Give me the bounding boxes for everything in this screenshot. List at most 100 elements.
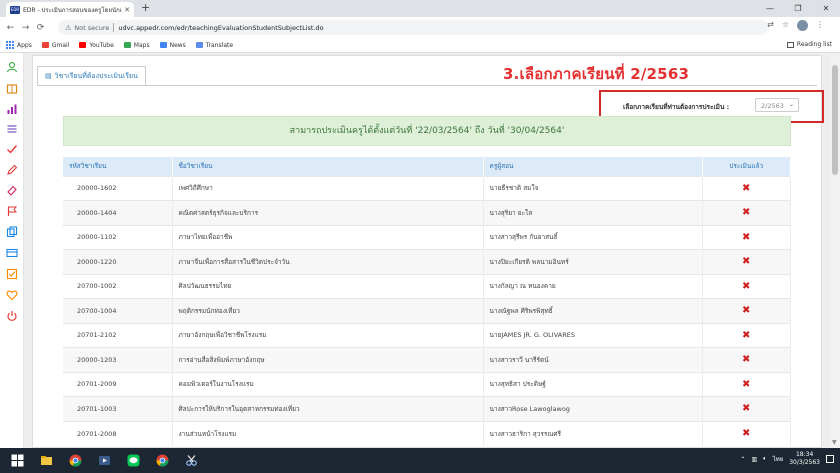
- table-row[interactable]: 20000-1102 ภาษาไทยเพื่ออาชีพ นางสาวสุรีพ…: [63, 224, 791, 250]
- chrome-active-icon[interactable]: [150, 451, 174, 471]
- snipping-tool-icon[interactable]: [179, 451, 203, 471]
- subject-code: 20000-1602: [63, 175, 173, 201]
- page-scrollbar[interactable]: ▼: [830, 53, 840, 448]
- card-icon[interactable]: [6, 247, 18, 259]
- teacher-name: นายJAMES JR. G. OLIVARES: [483, 322, 703, 348]
- eraser-icon[interactable]: [6, 184, 18, 196]
- table-row[interactable]: 20000-1404 คณิตศาสตร์ธุรกิจและบริการ นาง…: [63, 200, 791, 225]
- reading-list[interactable]: Reading list: [786, 41, 832, 48]
- bookmarks-bar: Apps Gmail YouTube Maps News Translate R…: [0, 38, 840, 53]
- book-icon[interactable]: [6, 83, 18, 95]
- bookmark-youtube[interactable]: YouTube: [79, 42, 114, 49]
- translate-icon[interactable]: ⇄: [767, 20, 774, 31]
- table-row[interactable]: 20000-1220 ภาษาจีนเพื่อการสื่อสารในชีวิต…: [63, 249, 791, 274]
- window-controls: — ❐ ✕: [756, 0, 840, 17]
- not-evaluated-icon[interactable]: ✖: [742, 379, 750, 390]
- notification-icon[interactable]: [826, 455, 834, 463]
- flag-icon[interactable]: [6, 205, 18, 217]
- checkbox-icon[interactable]: [6, 268, 18, 280]
- not-evaluated-icon[interactable]: ✖: [742, 256, 750, 267]
- not-evaluated-icon[interactable]: ✖: [742, 403, 750, 414]
- clock-time: 18:34: [795, 451, 814, 458]
- url-bar[interactable]: ⚠ Not secure udvc.appedr.com/edr/teachin…: [58, 20, 768, 35]
- semester-select[interactable]: 2/2563 ⌄: [755, 98, 799, 112]
- check-icon[interactable]: [6, 143, 18, 155]
- back-arrow-icon[interactable]: ←: [3, 23, 18, 33]
- file-explorer-icon[interactable]: [34, 451, 58, 471]
- table-row[interactable]: 20701-2008 งานส่วนหน้าโรงแรม นางสาวธาริก…: [63, 420, 791, 446]
- volume-icon[interactable]: 🔈︎: [763, 455, 767, 463]
- bookmark-apps[interactable]: Apps: [6, 41, 32, 49]
- user-icon[interactable]: [6, 61, 18, 73]
- close-window-icon[interactable]: ✕: [812, 0, 840, 17]
- taskbar-clock[interactable]: 18:34 30/3/2563: [789, 451, 820, 467]
- subject-code: 20000-1220: [63, 249, 173, 274]
- url-text[interactable]: udvc.appedr.com/edr/teachingEvaluationSt…: [118, 24, 323, 32]
- browser-tabbar: EDR EDR - ประเมินการสอนของครูโดยนักเรียน…: [0, 0, 840, 17]
- tab-subjects-to-evaluate[interactable]: ▤ วิชาเรียนที่ต้องประเมินเรียน: [37, 66, 146, 85]
- reload-icon[interactable]: ⟳: [33, 23, 48, 33]
- table-row[interactable]: 20700-1004 พฤติกรรมนักท่องเที่ยว นางณัฐพ…: [63, 298, 791, 323]
- table-row[interactable]: 20701-1003 ศิลปะการให้บริการในอุตสาหกรรม…: [63, 396, 791, 421]
- tab-title: EDR - ประเมินการสอนของครูโดยนักเรียน: [23, 6, 123, 14]
- table-row[interactable]: 20701-2009 คอมพิวเตอร์ในงานโรงแรม นางสุท…: [63, 371, 791, 397]
- web-page: ▤ วิชาเรียนที่ต้องประเมินเรียน 3.เลือกภา…: [0, 53, 840, 448]
- url-separator: [113, 23, 115, 32]
- browser-tab[interactable]: EDR EDR - ประเมินการสอนของครูโดยนักเรียน…: [6, 2, 134, 17]
- system-tray: ⌃ ▥ 🔈︎ ไทย 18:34 30/3/2563: [740, 451, 834, 467]
- chrome-icon[interactable]: [63, 451, 87, 471]
- heart-icon[interactable]: [6, 289, 18, 301]
- bookmark-gmail[interactable]: Gmail: [41, 42, 69, 49]
- tray-chevron-up-icon[interactable]: ⌃: [740, 456, 745, 463]
- not-evaluated-icon[interactable]: ✖: [742, 354, 750, 365]
- instruction-annotation: 3.เลือกภาคเรียนที่ 2/2563: [503, 65, 690, 83]
- maximize-icon[interactable]: ❐: [784, 0, 812, 17]
- tab-close-icon[interactable]: ✕: [124, 6, 130, 14]
- subject-code: 20701-2009: [63, 371, 173, 397]
- subject-name: พฤติกรรมนักท่องเที่ยว: [172, 298, 484, 323]
- line-app-icon[interactable]: [121, 451, 145, 471]
- not-evaluated-icon[interactable]: ✖: [742, 207, 750, 218]
- minimize-icon[interactable]: —: [756, 0, 784, 17]
- content-panel: ▤ วิชาเรียนที่ต้องประเมินเรียน 3.เลือกภา…: [32, 55, 824, 448]
- subject-code: 20000-1102: [63, 224, 173, 250]
- table-row[interactable]: 20700-1002 ศิลปวัฒนธรรมไทย นางกัลญา ณ หน…: [63, 273, 791, 299]
- table-row[interactable]: 20000-1602 เพศวิถีศึกษา นายธีรชาติ สมใจ …: [63, 175, 791, 201]
- bar-chart-icon[interactable]: [6, 103, 18, 115]
- menu-dots-icon[interactable]: ⋮: [816, 20, 824, 31]
- bookmark-maps[interactable]: Maps: [123, 42, 150, 49]
- tab-underline: [37, 85, 817, 86]
- network-icon[interactable]: ▥: [751, 456, 757, 463]
- subject-code: 20701-2102: [63, 322, 173, 348]
- subject-name: ภาษาจีนเพื่อการสื่อสารในชีวิตประจำวัน: [172, 249, 484, 274]
- pencil-icon[interactable]: [6, 164, 18, 176]
- not-evaluated-icon[interactable]: ✖: [742, 281, 750, 292]
- new-tab-button[interactable]: +: [141, 1, 150, 14]
- not-evaluated-icon[interactable]: ✖: [742, 305, 750, 316]
- table-row[interactable]: 20000-1203 การอ่านสื่อสิ่งพิมพ์ภาษาอังกฤ…: [63, 347, 791, 372]
- subject-name: ศิลปวัฒนธรรมไทย: [172, 273, 484, 299]
- teacher-name: นางณัฐพล ศิริพรพิสุทธิ์: [483, 298, 703, 323]
- forward-arrow-icon[interactable]: →: [18, 23, 33, 33]
- power-icon[interactable]: [6, 310, 18, 322]
- scroll-down-icon[interactable]: ▼: [832, 439, 837, 446]
- bookmark-news[interactable]: News: [159, 42, 186, 49]
- list-icon[interactable]: [6, 123, 18, 135]
- windows-start-icon[interactable]: [5, 451, 29, 471]
- table-row[interactable]: 20701-2102 ภาษาอังกฤษเพื่อวิชาชีพโรงแรม …: [63, 322, 791, 348]
- input-language[interactable]: ไทย: [773, 454, 784, 464]
- not-evaluated-icon[interactable]: ✖: [742, 232, 750, 243]
- bookmark-star-icon[interactable]: ☆: [782, 20, 789, 31]
- bookmark-translate[interactable]: Translate: [195, 42, 233, 49]
- not-evaluated-icon[interactable]: ✖: [742, 428, 750, 439]
- copy-icon[interactable]: [6, 226, 18, 238]
- scroll-thumb[interactable]: [832, 65, 838, 175]
- not-evaluated-icon[interactable]: ✖: [742, 183, 750, 194]
- security-label: Not secure: [74, 23, 110, 32]
- warning-icon[interactable]: ⚠: [65, 24, 71, 32]
- teacher-name: นางสุทธิสา ประดิษฐ์: [483, 371, 703, 397]
- subject-name: ภาษาไทยเพื่ออาชีพ: [172, 224, 484, 250]
- not-evaluated-icon[interactable]: ✖: [742, 330, 750, 341]
- profile-avatar[interactable]: [797, 20, 808, 31]
- media-app-icon[interactable]: [92, 451, 116, 471]
